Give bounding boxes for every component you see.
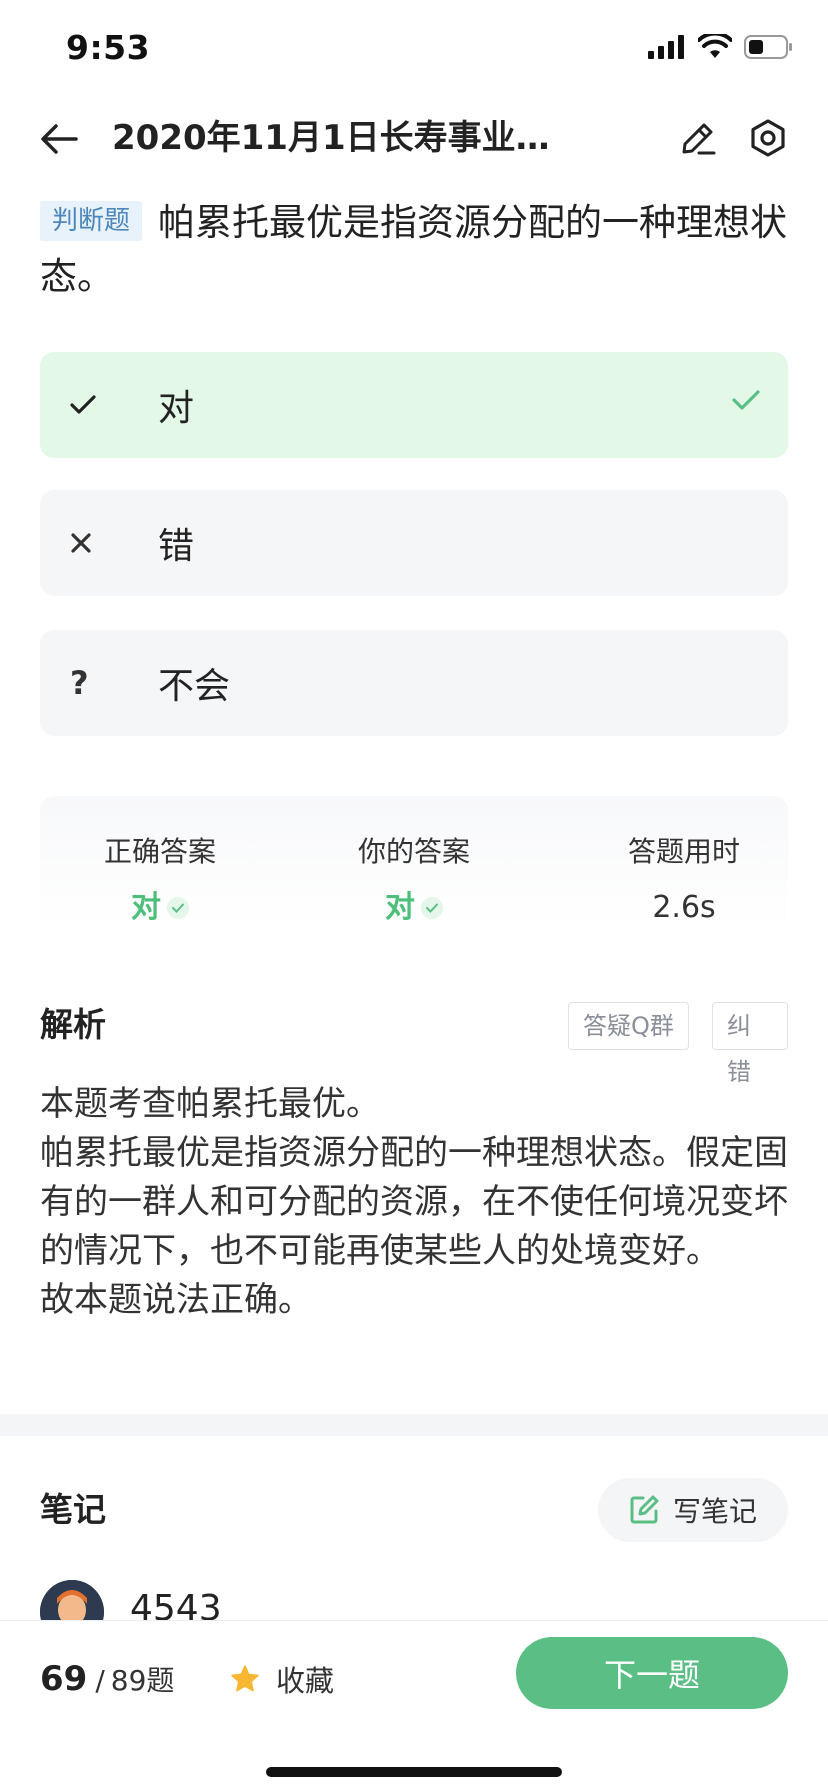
question-type-tag: 判断题 <box>40 201 143 241</box>
answer-stats: 正确答案 对 你的答案 对 答题用时 2.6s <box>40 796 788 926</box>
favorite-label: 收藏 <box>276 1664 335 1698</box>
correct-error-button[interactable]: 纠错 <box>712 1002 788 1086</box>
stat-title: 答题用时 <box>627 835 740 868</box>
correct-answer-value: 对 <box>131 890 161 925</box>
cross-icon <box>40 532 158 554</box>
pencil-icon <box>682 123 716 155</box>
option-label: 错 <box>158 526 195 567</box>
analysis-line: 本题考查帕累托最优。 <box>40 1084 380 1124</box>
edit-note-icon <box>630 1495 659 1524</box>
option-unknown[interactable]: ? 不会 <box>40 630 788 736</box>
question-text: 帕累托最优是指资源分配的一种理想状态。 <box>40 201 788 298</box>
progress-current: 69 <box>40 1659 88 1699</box>
stat-title: 正确答案 <box>103 835 216 868</box>
question-progress[interactable]: 69 / 89 题 <box>40 1651 174 1709</box>
check-icon <box>40 395 158 415</box>
notes-header: 笔记 写笔记 <box>40 1478 788 1542</box>
check-circle-icon <box>421 897 443 919</box>
stat-title: 你的答案 <box>357 835 470 868</box>
progress-unit: 题 <box>146 1664 175 1697</box>
analysis-header: 解析 答疑Q群 纠错 <box>40 1000 788 1086</box>
question-mark-icon: ? <box>70 664 89 702</box>
note-username: 4543 <box>130 1588 222 1620</box>
stat-your-answer: 你的答案 对 <box>330 834 498 928</box>
option-false[interactable]: 错 <box>40 490 788 596</box>
status-icons <box>648 34 794 60</box>
page-title: 2020年11月1日长寿事业单… <box>112 118 582 158</box>
stat-value: 2.6s <box>652 890 716 925</box>
battery-icon <box>744 35 792 59</box>
avatar <box>40 1580 104 1620</box>
status-time: 9:53 <box>66 28 151 67</box>
nav-bar: 2020年11月1日长寿事业单… <box>0 100 828 200</box>
option-true[interactable]: 对 <box>40 352 788 458</box>
bottom-bar: 69 / 89 题 收藏 下一题 <box>0 1620 828 1792</box>
analysis-body: 本题考查帕累托最优。 帕累托最优是指资源分配的一种理想状态。假定固有的一群人和可… <box>40 1080 792 1325</box>
arrow-left-icon <box>41 124 78 154</box>
star-icon <box>231 1665 259 1692</box>
option-label: 对 <box>158 388 195 429</box>
wifi-icon <box>698 34 732 58</box>
home-indicator <box>266 1767 562 1777</box>
analysis-line: 帕累托最优是指资源分配的一种理想状态。假定固有的一群人和可分配的资源，在不使任何… <box>40 1133 788 1271</box>
progress-total: 89 <box>110 1664 147 1697</box>
stat-time-used: 答题用时 2.6s <box>600 834 768 928</box>
stat-value: 对 <box>76 888 244 928</box>
next-question-button[interactable]: 下一题 <box>516 1637 788 1709</box>
qq-group-button[interactable]: 答疑Q群 <box>568 1002 689 1050</box>
settings-button[interactable] <box>742 112 794 164</box>
correct-check-icon <box>732 389 760 415</box>
analysis-line: 故本题说法正确。 <box>40 1280 312 1320</box>
stat-value: 对 <box>330 888 498 928</box>
your-answer-value: 对 <box>385 890 415 925</box>
question-stem: 判断题 帕累托最优是指资源分配的一种理想状态。 <box>40 196 792 304</box>
option-label: 不会 <box>158 666 231 707</box>
check-circle-icon <box>167 897 189 919</box>
write-note-label: 写笔记 <box>672 1495 757 1528</box>
section-divider <box>0 1414 828 1436</box>
note-item[interactable]: 4543 <box>40 1580 788 1620</box>
write-note-button[interactable]: 写笔记 <box>598 1478 788 1542</box>
favorite-button[interactable]: 收藏 <box>230 1651 334 1707</box>
progress-separator: / <box>95 1664 105 1697</box>
stat-correct-answer: 正确答案 对 <box>76 834 244 928</box>
back-button[interactable] <box>34 114 84 164</box>
edit-button[interactable] <box>672 112 724 164</box>
status-bar: 9:53 <box>0 0 828 100</box>
cellular-signal-icon <box>648 35 684 59</box>
gear-icon <box>751 119 785 157</box>
